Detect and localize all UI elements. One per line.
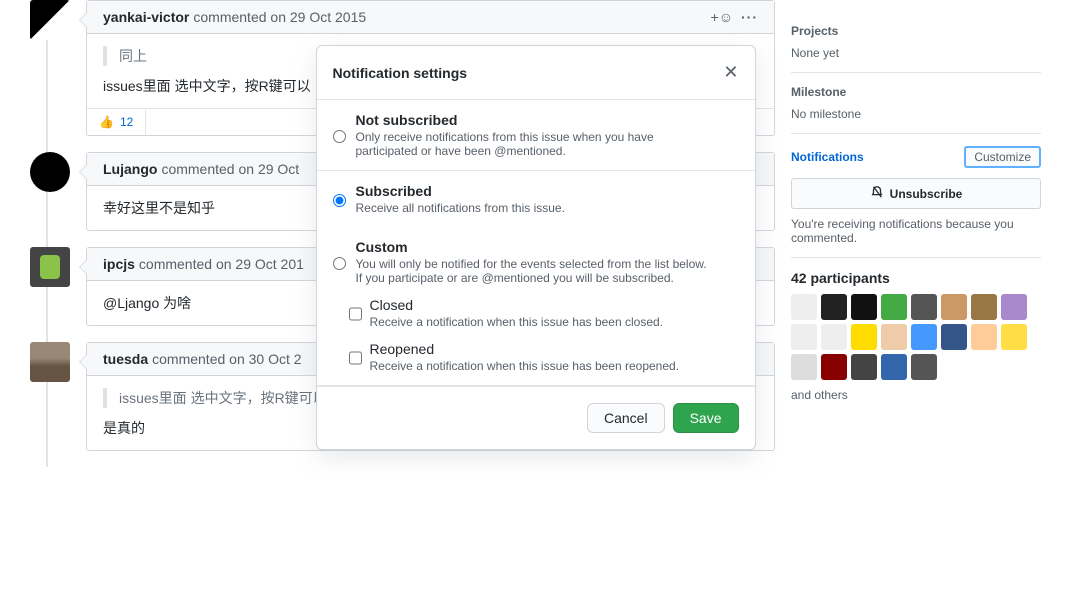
custom-sub-options: Closed Receive a notification when this … (333, 297, 739, 373)
close-icon[interactable]: ✕ (723, 62, 738, 83)
checkbox-reopened[interactable] (349, 343, 362, 373)
option-label: Not subscribed (356, 112, 716, 128)
sub-option-desc: Receive a notification when this issue h… (370, 359, 680, 373)
modal-overlay: Notification settings ✕ Not subscribed O… (0, 0, 1071, 605)
sub-option-closed[interactable]: Closed Receive a notification when this … (349, 297, 739, 329)
sub-option-desc: Receive a notification when this issue h… (370, 315, 664, 329)
option-not-subscribed[interactable]: Not subscribed Only receive notification… (317, 100, 755, 171)
option-desc: Only receive notifications from this iss… (356, 130, 716, 158)
radio-custom[interactable] (333, 242, 346, 285)
option-custom: Custom You will only be notified for the… (317, 227, 755, 386)
checkbox-closed[interactable] (349, 299, 362, 329)
radio-subscribed[interactable] (333, 186, 346, 215)
sub-option-label: Reopened (370, 341, 680, 357)
option-desc: Receive all notifications from this issu… (356, 201, 565, 215)
save-button[interactable]: Save (673, 403, 739, 433)
modal-title: Notification settings (333, 65, 468, 81)
option-desc: You will only be notified for the events… (356, 257, 716, 285)
modal-header: Notification settings ✕ (317, 46, 755, 100)
modal-footer: Cancel Save (317, 386, 755, 449)
sub-option-reopened[interactable]: Reopened Receive a notification when thi… (349, 341, 739, 373)
radio-not-subscribed[interactable] (333, 115, 346, 158)
option-subscribed[interactable]: Subscribed Receive all notifications fro… (317, 171, 755, 227)
sub-option-label: Closed (370, 297, 664, 313)
option-label: Subscribed (356, 183, 565, 199)
cancel-button[interactable]: Cancel (587, 403, 665, 433)
option-label: Custom (356, 239, 716, 255)
notification-settings-modal: Notification settings ✕ Not subscribed O… (316, 45, 756, 450)
